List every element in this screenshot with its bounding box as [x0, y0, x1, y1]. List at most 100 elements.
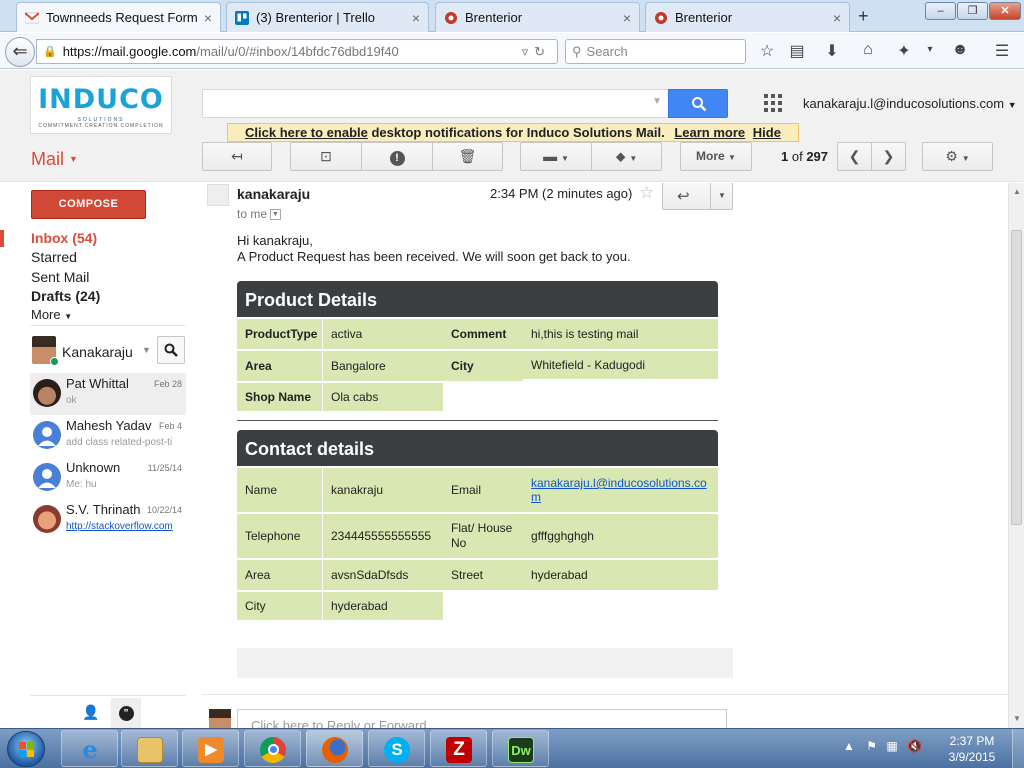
reply-input[interactable]: Click here to Reply or Forward [237, 709, 727, 728]
product-details-heading: Product Details [237, 281, 718, 317]
tab-close-icon[interactable]: × [412, 10, 420, 26]
sender-name[interactable]: kanakaraju [237, 186, 310, 202]
email-link[interactable]: kanakaraju.l@inducosolutions.com [531, 476, 718, 504]
back-to-inbox-button[interactable]: ↤ [202, 142, 272, 171]
nav-inbox[interactable]: Inbox (54) [31, 230, 97, 246]
newer-button[interactable]: ❮ [837, 142, 872, 171]
url-bar[interactable]: 🔒 https://mail.google.com/mail/u/0/#inbo… [36, 39, 558, 64]
nav-drafts[interactable]: Drafts (24) [31, 288, 100, 304]
dreamweaver-taskbar-button[interactable]: Dw [492, 730, 549, 767]
tab-close-icon[interactable]: × [204, 10, 212, 26]
download-icon[interactable]: ⬇ [822, 41, 842, 61]
archive-button[interactable]: ⊡ [290, 142, 362, 171]
report-spam-button[interactable]: ! [361, 142, 433, 171]
nav-starred[interactable]: Starred [31, 249, 77, 265]
show-desktop-button[interactable] [1012, 729, 1024, 768]
smiley-icon[interactable]: ☻ [950, 41, 970, 59]
chrome-taskbar-button[interactable] [244, 730, 301, 767]
close-window-button[interactable]: ✕ [989, 2, 1021, 20]
person-icon[interactable]: 👤 [82, 704, 99, 721]
back-button[interactable]: ⇐ [5, 37, 35, 67]
system-clock[interactable]: 2:37 PM 3/9/2015 [937, 733, 1007, 765]
internet-explorer-taskbar-button[interactable]: e [61, 730, 118, 767]
tab-brenterior-2[interactable]: Brenterior × [645, 2, 850, 32]
action-center-flag-icon[interactable]: ⚑ [866, 739, 877, 753]
skype-taskbar-button[interactable]: S [368, 730, 425, 767]
hangouts-header: Kanakaraju ▼ [30, 325, 186, 371]
url-dropdown-reload-icon[interactable]: ▿↻ [522, 44, 557, 60]
contact-item[interactable]: Pat Whittal Feb 28 ok [30, 373, 186, 415]
internet-explorer-icon: e [82, 735, 98, 764]
scrollbar-thumb[interactable] [1011, 230, 1022, 525]
search-options-icon[interactable]: ▼ [652, 96, 662, 107]
nav-more[interactable]: More ▼ [31, 307, 72, 322]
tab-brenterior-1[interactable]: Brenterior × [435, 2, 640, 32]
maximize-button[interactable]: ❐ [957, 2, 988, 20]
more-button[interactable]: More ▼ [680, 142, 752, 171]
older-button[interactable]: ❯ [871, 142, 906, 171]
contact-item[interactable]: Mahesh Yadav Feb 4 add class related-pos… [30, 415, 186, 457]
chevron-down-icon: ▼ [1007, 100, 1017, 110]
reply-button[interactable]: ↩ ▼ [662, 183, 733, 210]
hangouts-search-button[interactable] [157, 336, 185, 364]
recipient-line[interactable]: to me ▼ [237, 207, 282, 221]
enable-notifications-link[interactable]: Click here to enable [245, 125, 368, 140]
scroll-up-icon[interactable]: ▲ [1013, 187, 1021, 196]
tab-trello[interactable]: (3) Brenterior | Trello × [226, 2, 429, 32]
contact-snippet-link[interactable]: http://stackoverflow.com [66, 521, 184, 532]
apps-grid-icon[interactable] [764, 94, 782, 112]
name-label: Name [237, 468, 322, 513]
delete-button[interactable]: 🗑 [432, 142, 503, 171]
bookmark-star-icon[interactable]: ☆ [757, 41, 777, 61]
extension-icon[interactable]: ✦ [894, 41, 914, 61]
media-player-taskbar-button[interactable]: ▶ [182, 730, 239, 767]
new-tab-button[interactable]: + [858, 6, 869, 27]
mail-menu[interactable]: Mail ▼ [31, 149, 78, 170]
scroll-down-icon[interactable]: ▼ [1013, 714, 1021, 723]
show-hidden-icons-icon[interactable]: ▲ [843, 739, 855, 753]
details-dropdown-icon[interactable]: ▼ [270, 209, 282, 221]
hangouts-user-name[interactable]: Kanakaraju [62, 344, 133, 360]
menu-hamburger-icon[interactable]: ☰ [992, 41, 1012, 61]
contact-item[interactable]: Unknown 11/25/14 Me: hu [30, 457, 186, 499]
labels-button[interactable]: ⬥ ▼ [591, 142, 662, 171]
compose-button[interactable]: COMPOSE [31, 190, 146, 219]
file-explorer-taskbar-button[interactable] [121, 730, 178, 767]
chevron-down-icon[interactable]: ▼ [142, 345, 151, 355]
move-to-button[interactable]: ▬ ▼ [520, 142, 592, 171]
reading-list-icon[interactable]: ▤ [787, 41, 807, 61]
default-avatar-icon [33, 463, 61, 491]
hide-link[interactable]: Hide [753, 125, 781, 140]
home-icon[interactable]: ⌂ [858, 41, 878, 59]
induco-logo[interactable]: INDUCO SOLUTIONS COMMITMENT.CREATION.COM… [30, 76, 172, 134]
body-line: A Product Request has been received. We … [237, 249, 631, 264]
tab-townneeds[interactable]: Townneeds Request Form ... × [16, 2, 221, 32]
minimize-button[interactable]: – [925, 2, 956, 20]
mail-search-input[interactable]: ▼ [202, 89, 669, 118]
hangouts-quote-icon[interactable]: ” [111, 698, 141, 729]
contact-date: Feb 4 [158, 421, 182, 431]
star-icon[interactable]: ☆ [639, 183, 654, 203]
mail-search-button[interactable] [668, 89, 728, 118]
nav-sent-mail[interactable]: Sent Mail [31, 269, 89, 285]
tab-close-icon[interactable]: × [623, 10, 631, 26]
firefox-taskbar-button[interactable] [306, 730, 363, 767]
network-icon[interactable]: ▦ [886, 739, 897, 753]
contact-avatar [33, 505, 61, 533]
account-menu[interactable]: kanakaraju.l@inducosolutions.com ▼ [803, 96, 1017, 111]
contact-item[interactable]: S.V. Thrinath 10/22/14 http://stackoverf… [30, 499, 186, 541]
learn-more-link[interactable]: Learn more [674, 125, 745, 140]
settings-button[interactable]: ⚙ ▼ [922, 142, 993, 171]
start-button[interactable] [7, 731, 45, 767]
chevron-down-icon[interactable]: ▼ [718, 191, 726, 200]
page-scrollbar[interactable]: ▲ ▼ [1008, 183, 1024, 728]
volume-muted-icon[interactable]: 🔇 [907, 739, 922, 753]
tab-title: (3) Brenterior | Trello [256, 10, 375, 25]
contact-name: Pat Whittal [66, 376, 129, 391]
comment-value: hi,this is testing mail [523, 319, 718, 350]
filezilla-taskbar-button[interactable]: Z [430, 730, 487, 767]
tab-close-icon[interactable]: × [833, 10, 841, 26]
browser-search-input[interactable]: ⚲ Search [565, 39, 746, 64]
folder-icon [137, 737, 163, 763]
extension-dropdown-icon[interactable]: ▾ [920, 44, 940, 55]
